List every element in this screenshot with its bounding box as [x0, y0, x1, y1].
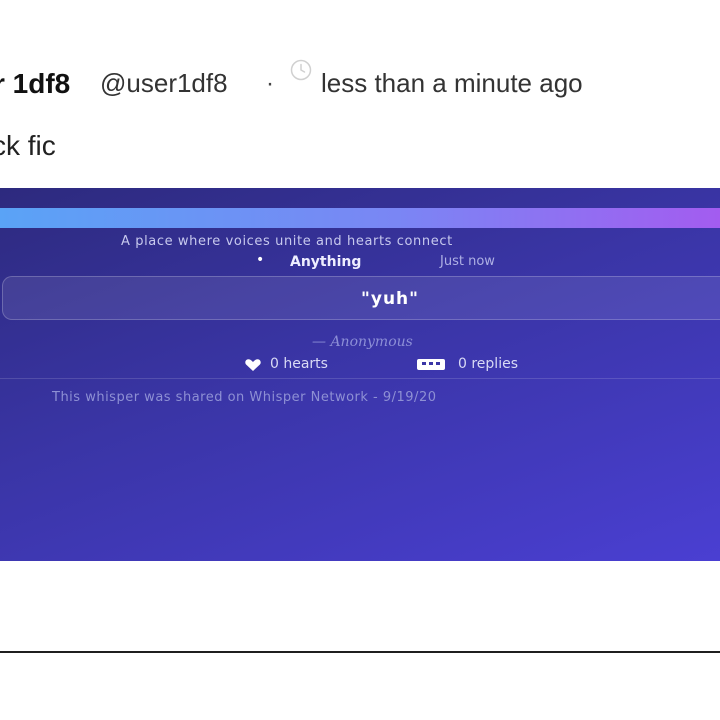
bullet-icon: • — [256, 252, 265, 268]
whisper-quote: "yuh" — [361, 289, 420, 309]
post-divider — [0, 651, 720, 653]
clock-icon — [290, 59, 312, 81]
whisper-category: Anything — [290, 254, 362, 270]
post-header: r 1df8 @user1df8 · less than a minute ag… — [0, 58, 720, 110]
hearts-count: 0 hearts — [270, 356, 328, 372]
chat-bubble-icon — [416, 358, 446, 372]
whisper-signature: — Anonymous — [312, 334, 413, 350]
post-timestamp[interactable]: less than a minute ago — [321, 68, 583, 99]
post-text: ck fic — [0, 130, 56, 161]
embed-divider — [0, 378, 720, 379]
whisper-time: Just now — [440, 254, 495, 269]
replies-count: 0 replies — [458, 356, 518, 372]
embed-tagline: A place where voices unite and hearts co… — [121, 234, 453, 249]
whisper-embed-image[interactable]: A place where voices unite and hearts co… — [0, 188, 720, 561]
embed-footer: This whisper was shared on Whisper Netwo… — [52, 390, 437, 405]
quote-box: "yuh" — [2, 276, 720, 320]
heart-icon — [244, 358, 262, 372]
author-handle[interactable]: @user1df8 — [100, 68, 228, 99]
author-name[interactable]: r 1df8 — [0, 68, 70, 100]
separator-dot: · — [266, 70, 274, 97]
gradient-header-bar — [0, 208, 720, 228]
